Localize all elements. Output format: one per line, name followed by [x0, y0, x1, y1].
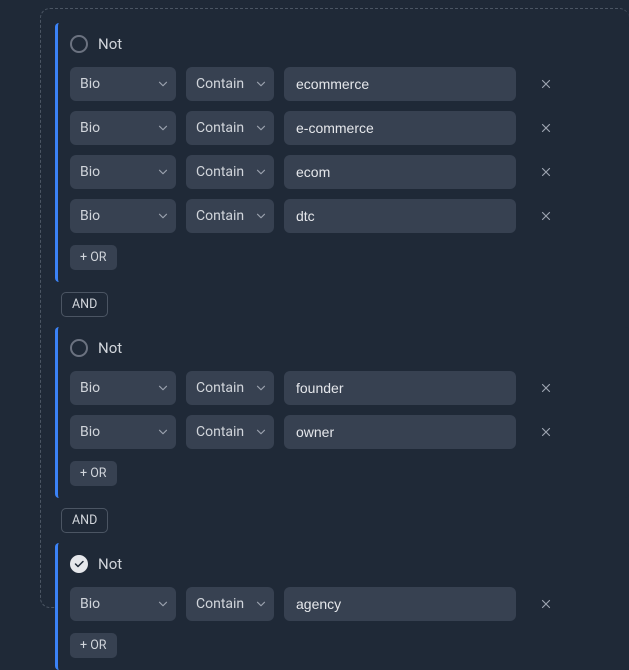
chevron-down-icon	[156, 597, 170, 611]
not-label: Not	[98, 339, 122, 357]
chevron-down-icon	[254, 77, 268, 91]
chevron-down-icon	[156, 121, 170, 135]
operator-select-value: Contain	[196, 76, 244, 92]
field-select-value: Bio	[80, 164, 100, 180]
add-or-button[interactable]: + OR	[70, 461, 117, 486]
operator-select[interactable]: Contain	[186, 67, 274, 101]
check-icon	[73, 558, 85, 570]
field-select-value: Bio	[80, 380, 100, 396]
condition-row: Bio Contain	[70, 111, 629, 145]
remove-condition-button[interactable]	[532, 590, 560, 618]
remove-condition-button[interactable]	[532, 158, 560, 186]
operator-select-value: Contain	[196, 120, 244, 136]
and-badge: AND	[61, 508, 108, 533]
add-or-button[interactable]: + OR	[70, 633, 117, 658]
close-icon	[539, 165, 553, 179]
field-select[interactable]: Bio	[70, 67, 176, 101]
filter-group: Not Bio Contain Bio Contain + OR	[55, 327, 629, 498]
filter-group: Not Bio Contain + OR	[55, 543, 629, 670]
operator-select[interactable]: Contain	[186, 199, 274, 233]
field-select-value: Bio	[80, 120, 100, 136]
value-input[interactable]	[284, 587, 516, 621]
not-row: Not	[70, 339, 629, 357]
not-checkbox[interactable]	[70, 35, 88, 53]
remove-condition-button[interactable]	[532, 114, 560, 142]
chevron-down-icon	[254, 209, 268, 223]
close-icon	[539, 209, 553, 223]
filter-group: Not Bio Contain Bio Contain	[55, 23, 629, 282]
remove-condition-button[interactable]	[532, 374, 560, 402]
close-icon	[539, 381, 553, 395]
condition-row: Bio Contain	[70, 415, 629, 449]
value-input[interactable]	[284, 67, 516, 101]
field-select-value: Bio	[80, 76, 100, 92]
field-select-value: Bio	[80, 424, 100, 440]
chevron-down-icon	[156, 209, 170, 223]
chevron-down-icon	[156, 425, 170, 439]
operator-select[interactable]: Contain	[186, 587, 274, 621]
remove-condition-button[interactable]	[532, 418, 560, 446]
condition-row: Bio Contain	[70, 199, 629, 233]
chevron-down-icon	[254, 121, 268, 135]
not-row: Not	[70, 555, 629, 573]
value-input[interactable]	[284, 371, 516, 405]
chevron-down-icon	[254, 165, 268, 179]
operator-select[interactable]: Contain	[186, 111, 274, 145]
field-select[interactable]: Bio	[70, 199, 176, 233]
operator-select-value: Contain	[196, 380, 244, 396]
condition-row: Bio Contain	[70, 155, 629, 189]
operator-select-value: Contain	[196, 596, 244, 612]
not-label: Not	[98, 555, 122, 573]
condition-row: Bio Contain	[70, 67, 629, 101]
chevron-down-icon	[156, 381, 170, 395]
operator-select-value: Contain	[196, 208, 244, 224]
chevron-down-icon	[254, 425, 268, 439]
chevron-down-icon	[156, 77, 170, 91]
operator-select-value: Contain	[196, 424, 244, 440]
value-input[interactable]	[284, 111, 516, 145]
field-select-value: Bio	[80, 596, 100, 612]
chevron-down-icon	[156, 165, 170, 179]
condition-row: Bio Contain	[70, 371, 629, 405]
field-select[interactable]: Bio	[70, 155, 176, 189]
not-row: Not	[70, 35, 629, 53]
value-input[interactable]	[284, 199, 516, 233]
not-label: Not	[98, 35, 122, 53]
operator-select[interactable]: Contain	[186, 415, 274, 449]
operator-select[interactable]: Contain	[186, 371, 274, 405]
and-badge: AND	[61, 292, 108, 317]
operator-select-value: Contain	[196, 164, 244, 180]
value-input[interactable]	[284, 155, 516, 189]
chevron-down-icon	[254, 597, 268, 611]
remove-condition-button[interactable]	[532, 70, 560, 98]
field-select[interactable]: Bio	[70, 587, 176, 621]
close-icon	[539, 597, 553, 611]
close-icon	[539, 77, 553, 91]
not-checkbox[interactable]	[70, 339, 88, 357]
chevron-down-icon	[254, 381, 268, 395]
remove-condition-button[interactable]	[532, 202, 560, 230]
not-checkbox[interactable]	[70, 555, 88, 573]
field-select[interactable]: Bio	[70, 415, 176, 449]
filter-container: Not Bio Contain Bio Contain	[40, 8, 629, 608]
close-icon	[539, 425, 553, 439]
operator-select[interactable]: Contain	[186, 155, 274, 189]
add-or-button[interactable]: + OR	[70, 245, 117, 270]
field-select-value: Bio	[80, 208, 100, 224]
condition-row: Bio Contain	[70, 587, 629, 621]
field-select[interactable]: Bio	[70, 111, 176, 145]
field-select[interactable]: Bio	[70, 371, 176, 405]
value-input[interactable]	[284, 415, 516, 449]
close-icon	[539, 121, 553, 135]
